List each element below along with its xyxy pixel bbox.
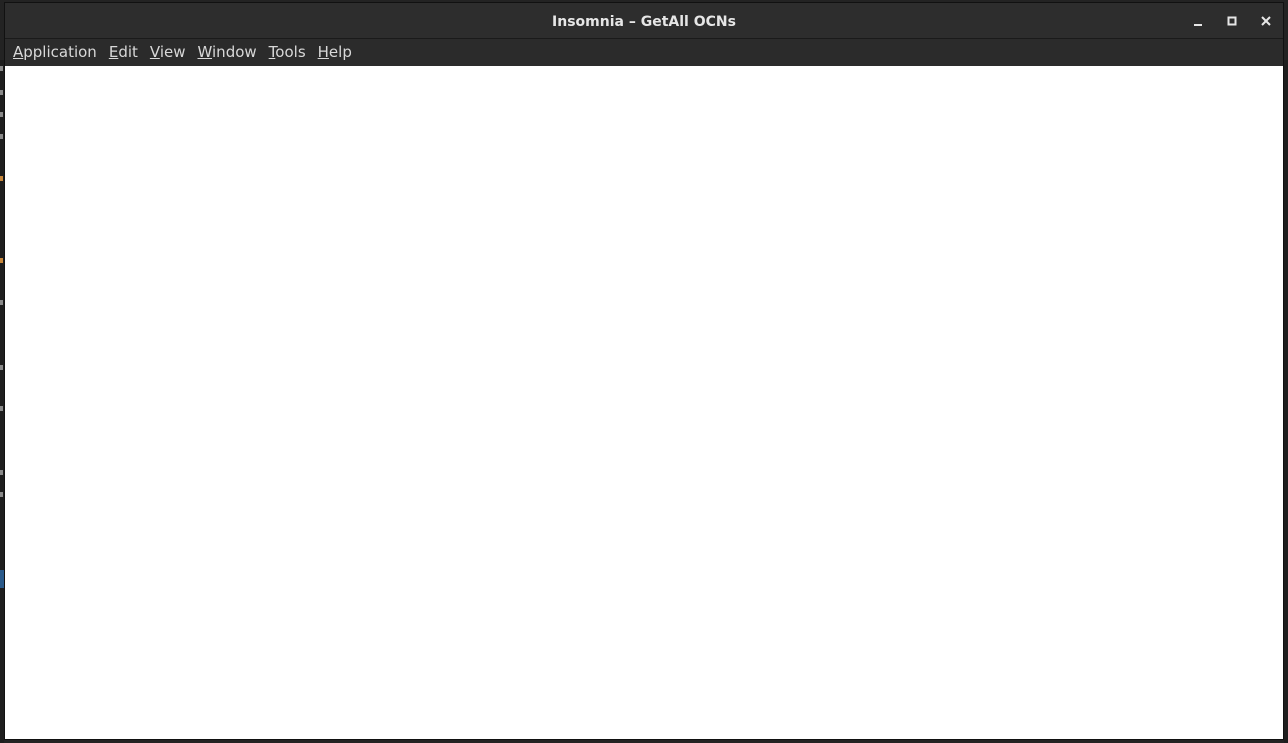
edge-mark bbox=[0, 112, 3, 117]
menu-mnemonic: A bbox=[13, 43, 24, 61]
menu-window[interactable]: Window bbox=[192, 39, 263, 66]
app-window: Insomnia – GetAll OCNs Application Edit … bbox=[4, 2, 1284, 740]
close-button[interactable] bbox=[1249, 6, 1283, 36]
window-title: Insomnia – GetAll OCNs bbox=[552, 14, 736, 30]
window-controls bbox=[1181, 3, 1283, 39]
edge-mark bbox=[0, 66, 3, 71]
minimize-icon bbox=[1194, 24, 1202, 26]
menu-mnemonic: W bbox=[197, 43, 213, 61]
menu-label: ools bbox=[275, 43, 306, 61]
app-content-area bbox=[5, 66, 1283, 739]
background-window-edge-right bbox=[1284, 60, 1288, 743]
menu-application[interactable]: Application bbox=[7, 39, 103, 66]
menu-label: dit bbox=[118, 43, 138, 61]
menu-label: pplication bbox=[23, 43, 97, 61]
menu-help[interactable]: Help bbox=[312, 39, 358, 66]
edge-mark bbox=[0, 365, 3, 370]
maximize-icon bbox=[1227, 16, 1237, 26]
edge-mark bbox=[0, 134, 3, 139]
menu-edit[interactable]: Edit bbox=[103, 39, 144, 66]
menu-mnemonic: H bbox=[317, 43, 329, 61]
edge-mark bbox=[0, 258, 3, 263]
edge-mark bbox=[0, 492, 3, 497]
menu-tools[interactable]: Tools bbox=[263, 39, 312, 66]
menu-view[interactable]: View bbox=[144, 39, 192, 66]
title-bar[interactable]: Insomnia – GetAll OCNs bbox=[5, 3, 1283, 39]
minimize-button[interactable] bbox=[1181, 6, 1215, 36]
edge-mark bbox=[0, 176, 3, 181]
menu-label: iew bbox=[159, 43, 186, 61]
edge-mark bbox=[0, 300, 3, 305]
edge-mark bbox=[0, 90, 3, 95]
maximize-button[interactable] bbox=[1215, 6, 1249, 36]
menu-bar: Application Edit View Window Tools Help bbox=[5, 39, 1283, 66]
menu-mnemonic: E bbox=[108, 43, 119, 61]
edge-mark bbox=[0, 406, 3, 411]
edge-mark bbox=[0, 470, 3, 475]
menu-label: elp bbox=[328, 43, 352, 61]
menu-label: indow bbox=[212, 43, 257, 61]
close-icon bbox=[1261, 16, 1271, 26]
menu-mnemonic: V bbox=[149, 43, 160, 61]
